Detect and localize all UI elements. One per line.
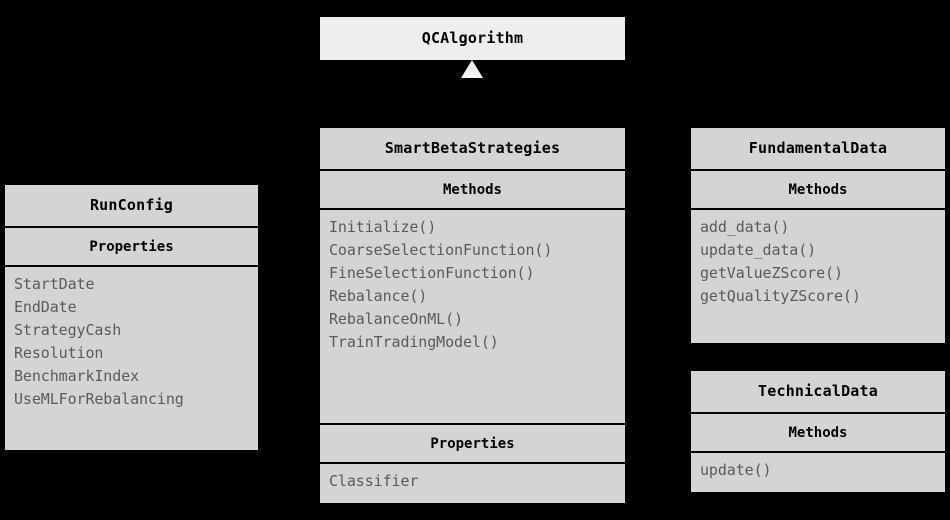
class-box-fundamentaldata[interactable]: FundamentalData Methods add_data() updat…: [691, 128, 945, 343]
list-item: getQualityZScore(): [700, 287, 861, 305]
list-item: Rebalance(): [329, 287, 428, 305]
class-title-technicaldata: TechnicalData: [758, 382, 878, 400]
section-header-methods: Methods: [788, 182, 848, 198]
list-item: RebalanceOnML(): [329, 310, 463, 328]
method-list: update(): [691, 453, 945, 492]
list-item: update(): [700, 461, 772, 479]
list-item: StartDate: [14, 275, 95, 293]
class-title-runconfig: RunConfig: [89, 196, 174, 214]
class-box-technicaldata[interactable]: TechnicalData Methods update(): [691, 371, 945, 492]
list-item: StrategyCash: [14, 321, 122, 339]
list-item: FineSelectionFunction(): [329, 264, 535, 282]
list-item: add_data(): [700, 218, 790, 236]
section-header-properties: Properties: [430, 436, 515, 452]
class-title-qcalgorithm: QCAlgorithm: [421, 29, 524, 47]
list-item: EndDate: [14, 298, 77, 316]
method-list: add_data() update_data() getValueZScore(…: [691, 210, 945, 343]
section-header-methods: Methods: [442, 182, 502, 198]
section-header-methods: Methods: [788, 425, 848, 441]
list-item: getValueZScore(): [700, 264, 843, 282]
section-header-properties: Properties: [89, 239, 174, 255]
list-item: CoarseSelectionFunction(): [329, 241, 553, 259]
list-item: update_data(): [700, 241, 817, 259]
list-item: TrainTradingModel(): [329, 333, 499, 351]
list-item: Initialize(): [329, 218, 437, 236]
list-item: Resolution: [14, 344, 104, 362]
class-box-runconfig[interactable]: RunConfig Properties StartDate EndDate S…: [5, 185, 258, 450]
list-item: Classifier: [329, 472, 419, 490]
class-title-fundamentaldata: FundamentalData: [748, 139, 888, 157]
property-list: StartDate EndDate StrategyCash Resolutio…: [5, 267, 258, 450]
property-list: Classifier: [320, 464, 625, 503]
list-item: UseMLForRebalancing: [14, 390, 184, 408]
class-title-smartbetastrategies: SmartBetaStrategies: [384, 139, 561, 157]
list-item: BenchmarkIndex: [14, 367, 140, 385]
method-list: Initialize() CoarseSelectionFunction() F…: [320, 210, 625, 423]
class-box-smartbetastrategies[interactable]: SmartBetaStrategies Methods Initialize()…: [320, 128, 625, 503]
uml-class-diagram: QCAlgorithm SmartBetaStrategies Methods …: [0, 0, 950, 520]
class-box-qcalgorithm[interactable]: QCAlgorithm: [320, 17, 625, 60]
